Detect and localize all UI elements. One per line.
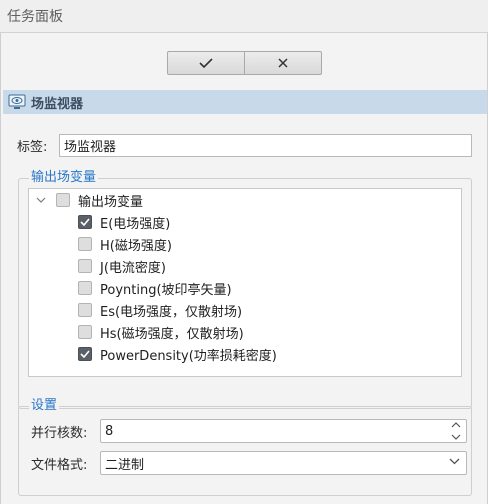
label-field-label: 标签:: [17, 139, 48, 155]
tree-item-row[interactable]: Poynting(坡印亭矢量): [78, 277, 232, 299]
label-row: 标签:: [17, 133, 472, 157]
panel-title: 任务面板: [7, 9, 63, 25]
tree-item-row[interactable]: H(磁场强度): [78, 233, 172, 255]
root-checkbox[interactable]: [56, 193, 70, 207]
format-row: 文件格式: 二进制: [31, 451, 467, 475]
settings-group: 设置 并行核数: 8 文件格式: 二进制: [18, 398, 472, 496]
settings-legend: 设置: [29, 398, 60, 414]
tree-item-label: E(电场强度): [100, 216, 171, 232]
chevron-down-icon[interactable]: [34, 193, 48, 207]
output-vars-tree: 输出场变量 E(电场强度) H(磁场强度) J(电流密度) Poynting(坡印亭矢…: [28, 188, 462, 377]
check-icon: [80, 350, 90, 358]
section-title: 场监视器: [31, 96, 84, 112]
checkbox-checked[interactable]: [78, 215, 92, 229]
confirm-button[interactable]: [168, 52, 244, 74]
tree-item-row[interactable]: Hs(磁场强度，仅散射场): [78, 321, 244, 343]
tree-item-label: J(电流密度): [100, 260, 166, 276]
panel-titlebar: 任务面板: [0, 0, 488, 33]
threads-row: 并行核数: 8: [31, 419, 467, 443]
format-label: 文件格式:: [31, 457, 88, 473]
checkbox-unchecked[interactable]: [78, 237, 92, 251]
check-icon: [80, 218, 90, 226]
tree-item-row[interactable]: J(电流密度): [78, 255, 166, 277]
tree-item-row[interactable]: Es(电场强度，仅散射场): [78, 299, 242, 321]
threads-label: 并行核数:: [31, 425, 88, 441]
format-value: 二进制: [105, 457, 145, 473]
close-icon: [278, 58, 288, 68]
tree-root-label: 输出场变量: [78, 194, 144, 210]
checkbox-unchecked[interactable]: [78, 325, 92, 339]
threads-spinbox[interactable]: 8: [100, 419, 467, 443]
tree-item-label: Hs(磁场强度，仅散射场): [100, 326, 244, 342]
checkbox-unchecked[interactable]: [78, 259, 92, 273]
checkbox-unchecked[interactable]: [78, 281, 92, 295]
checkbox-unchecked[interactable]: [78, 303, 92, 317]
chevron-down-icon[interactable]: [451, 434, 461, 440]
output-vars-legend: 输出场变量: [29, 170, 99, 186]
eye-monitor-icon: [8, 94, 26, 110]
dropdown-arrow-icon[interactable]: [449, 458, 460, 465]
field-monitor-section-header[interactable]: 场监视器: [3, 90, 487, 114]
spin-arrows[interactable]: [450, 422, 462, 440]
tree-item-label: Poynting(坡印亭矢量): [100, 282, 232, 298]
task-panel: 场监视器 标签: 输出场变量 输出场变量 E(电场强度) H(磁场强度) J(电流密…: [0, 33, 488, 504]
output-vars-group: 输出场变量 输出场变量 E(电场强度) H(磁场强度) J(电流密度) Poyntin…: [18, 170, 472, 409]
tree-item-label: PowerDensity(功率损耗密度): [100, 348, 277, 364]
tree-item-row[interactable]: PowerDensity(功率损耗密度): [78, 343, 277, 365]
tree-root-row[interactable]: 输出场变量: [34, 189, 143, 211]
tree-item-label: H(磁场强度): [100, 238, 172, 254]
checkbox-checked[interactable]: [78, 347, 92, 361]
cancel-button[interactable]: [244, 52, 321, 74]
chevron-up-icon[interactable]: [451, 422, 461, 428]
format-select[interactable]: 二进制: [100, 451, 467, 475]
check-icon: [199, 58, 213, 69]
tree-item-row[interactable]: E(电场强度): [78, 211, 170, 233]
action-button-bar: [167, 51, 322, 75]
label-input[interactable]: [59, 133, 472, 157]
tree-item-label: Es(电场强度，仅散射场): [100, 304, 243, 320]
threads-value: 8: [105, 423, 114, 439]
